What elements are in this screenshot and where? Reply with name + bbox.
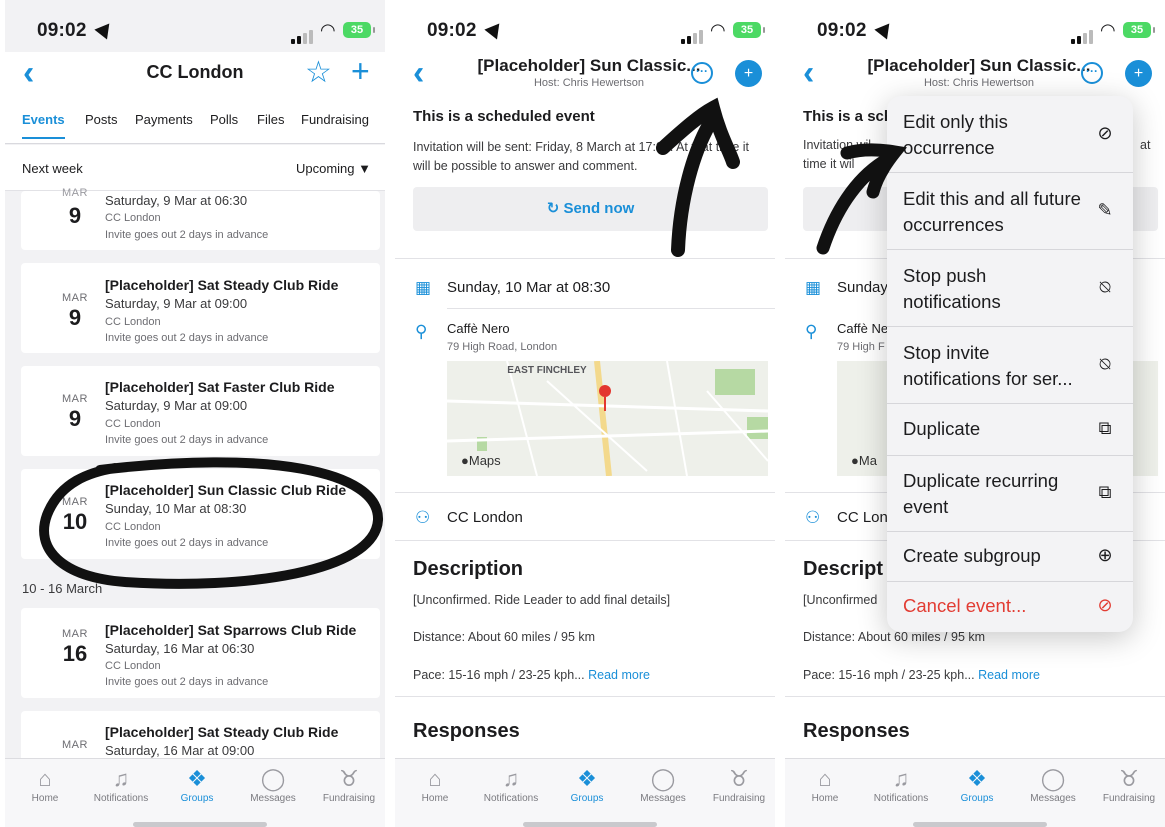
- home-indicator: [133, 822, 267, 827]
- bell-icon: ♫: [112, 766, 130, 791]
- tab-home[interactable]: ⌂ Home: [787, 765, 863, 804]
- bell-icon: ♫: [892, 766, 910, 791]
- tab-notifications[interactable]: ♫ Notifications: [863, 765, 939, 804]
- tab-notifications[interactable]: ♫ Notifications: [473, 765, 549, 804]
- tab-groups[interactable]: ❖ Groups: [159, 765, 235, 804]
- bottom-tab-bar: ⌂ Home ♫ Notifications ❖ Groups ◯ Messages ♉…: [785, 758, 1165, 827]
- home-indicator: [523, 822, 657, 827]
- tab-groups[interactable]: ❖ Groups: [939, 765, 1015, 804]
- bottom-tab-bar: ⌂ Home ♫ Notifications ❖ Groups ◯ Messages ♉…: [395, 758, 775, 827]
- tab-fundraising-nav[interactable]: ♉ Fundraising: [311, 765, 385, 804]
- event-options-screen: 09:02 ◠ 35 ‹ [Placeholder] Sun Classic..…: [785, 0, 1165, 827]
- piggy-bank-icon: ♉: [339, 766, 359, 791]
- annotation-arrow: [816, 143, 907, 255]
- group-events-screen: 09:02 ◠ 35 ‹ CC London ☆ + Events Posts …: [5, 0, 385, 827]
- tab-home[interactable]: ⌂ Home: [7, 765, 83, 804]
- home-icon: ⌂: [38, 766, 52, 791]
- home-icon: ⌂: [428, 766, 442, 791]
- home-indicator: [913, 822, 1047, 827]
- tab-messages[interactable]: ◯ Messages: [1015, 765, 1091, 804]
- annotation-circle: [39, 457, 384, 589]
- groups-icon: ❖: [187, 766, 207, 791]
- bottom-tab-bar: ⌂ Home ♫ Notifications ❖ Groups ◯ Messages ♉…: [5, 758, 385, 827]
- bell-icon: ♫: [502, 766, 520, 791]
- tab-groups[interactable]: ❖ Groups: [549, 765, 625, 804]
- tab-fundraising-nav[interactable]: ♉ Fundraising: [1091, 765, 1165, 804]
- piggy-bank-icon: ♉: [729, 766, 749, 791]
- home-icon: ⌂: [818, 766, 832, 791]
- tab-messages[interactable]: ◯ Messages: [625, 765, 701, 804]
- piggy-bank-icon: ♉: [1119, 766, 1139, 791]
- tab-messages[interactable]: ◯ Messages: [235, 765, 311, 804]
- annotation-arrow: [656, 97, 740, 257]
- chat-bubble-icon: ◯: [1040, 766, 1066, 791]
- tab-home[interactable]: ⌂ Home: [397, 765, 473, 804]
- chat-bubble-icon: ◯: [260, 766, 286, 791]
- tab-fundraising-nav[interactable]: ♉ Fundraising: [701, 765, 775, 804]
- chat-bubble-icon: ◯: [650, 766, 676, 791]
- tab-notifications[interactable]: ♫ Notifications: [83, 765, 159, 804]
- groups-icon: ❖: [577, 766, 597, 791]
- groups-icon: ❖: [967, 766, 987, 791]
- event-detail-screen: 09:02 ◠ 35 ‹ [Placeholder] Sun Classic..…: [395, 0, 775, 827]
